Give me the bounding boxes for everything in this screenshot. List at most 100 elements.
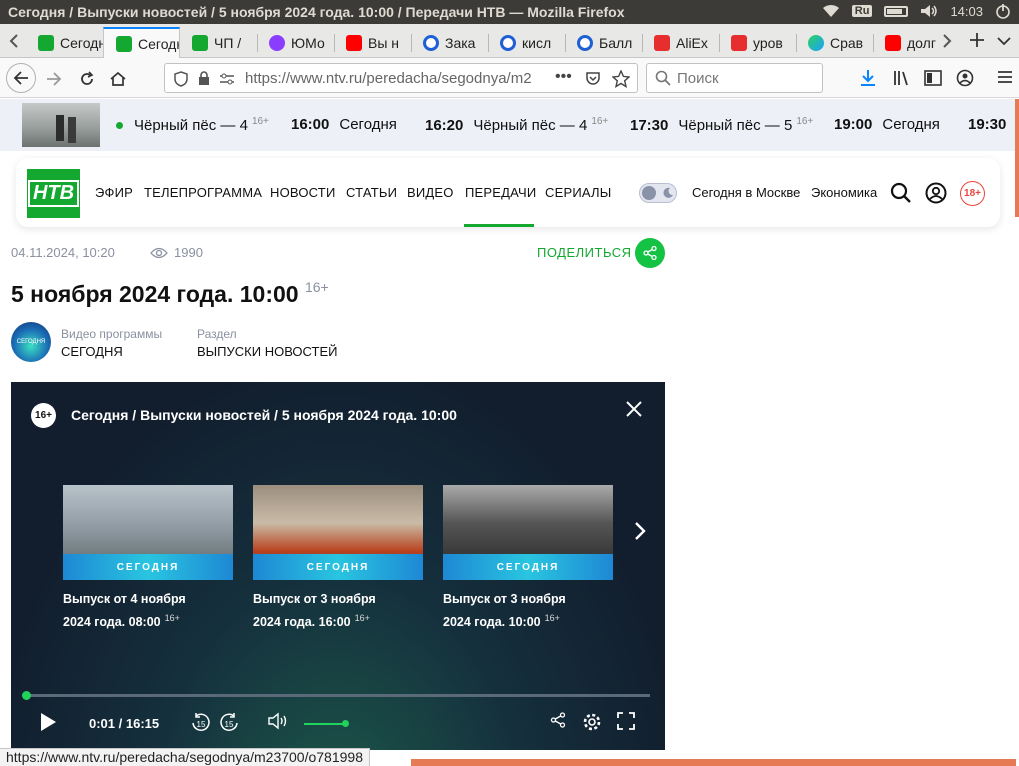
menu-item-7[interactable]: СЕРИАЛЫ [545,185,611,200]
player-settings-button[interactable] [582,712,602,732]
wifi-icon[interactable] [822,4,840,18]
reload-button[interactable] [74,66,100,92]
section-link[interactable]: ВЫПУСКИ НОВОСТЕЙ [197,344,337,359]
compare-favicon-icon [808,34,824,51]
recommended-video-card[interactable]: СЕГОДНЯ Выпуск от 3 ноября 2024 года. 16:0… [253,485,423,632]
menu-item-3[interactable]: НОВОСТИ [270,185,336,200]
ntv-logo[interactable]: НТВ [27,169,80,218]
play-icon [41,713,56,731]
volume-slider[interactable] [304,723,346,725]
title-age-rating: 16+ [304,279,329,295]
schedule-item[interactable]: 19:30 [968,116,1016,133]
share-icon [643,246,657,260]
power-icon[interactable] [995,3,1011,19]
mute-button[interactable] [268,712,290,730]
browser-tab-11[interactable]: Срав [796,27,873,58]
page-actions-icon[interactable]: ••• [555,68,572,86]
share-button[interactable] [635,238,665,268]
tab-list-icon[interactable] [997,36,1011,46]
bookmark-star-icon[interactable] [612,70,630,88]
schedule-item[interactable]: Чёрный пёс — 4 16+ [134,116,269,134]
recommended-video-card[interactable]: СЕГОДНЯ Выпуск от 4 ноября 2024 года. 08:0… [63,485,233,632]
recommended-video-card[interactable]: СЕГОДНЯ Выпуск от 3 ноября 2024 года. 10:0… [443,485,613,632]
site-search-button[interactable] [889,181,913,205]
schedule-item[interactable]: 16:00 Сегодня [291,116,397,133]
video-card-title-line2: 2024 года. 10:00 [443,615,541,630]
schedule-item[interactable]: 16:20 Чёрный пёс — 4 16+ [425,116,608,134]
live-thumbnail[interactable] [22,103,100,147]
url-text[interactable]: https://www.ntv.ru/peredacha/segodnya/m2 [245,70,555,87]
menu-item-5[interactable]: ВИДЕО [407,185,454,200]
menu-item-4[interactable]: СТАТЬИ [346,185,397,200]
seek-bar[interactable] [27,694,650,697]
browser-tab-9[interactable]: AliEx [642,27,719,58]
next-recommendations-button[interactable] [633,518,647,549]
link-segodnya-v-moskve[interactable]: Сегодня в Москве [692,185,800,200]
library-icon[interactable] [893,69,911,87]
account-icon[interactable] [956,69,974,87]
volume-handle[interactable] [342,720,349,727]
pocket-icon[interactable] [585,71,601,87]
play-button[interactable] [39,712,57,732]
forward-15-button[interactable]: 15 [218,712,240,734]
schedule-item[interactable]: 17:30 Чёрный пёс — 5 16+ [630,116,813,134]
program-logo[interactable]: СЕГОДНЯ [11,322,51,362]
keyboard-layout-indicator[interactable]: Ru [851,5,873,17]
url-bar[interactable]: https://www.ntv.ru/peredacha/segodnya/m2… [164,63,638,93]
permissions-icon[interactable] [219,72,235,86]
volume-icon[interactable] [920,4,938,18]
schedule-title: Чёрный пёс — 4 [134,117,248,134]
yum-favicon-icon [269,34,285,51]
browser-tab-10[interactable]: уров [719,27,796,58]
lock-icon[interactable] [198,71,210,86]
home-button[interactable] [105,66,131,92]
forward-button[interactable] [41,66,67,92]
video-player[interactable]: 16+ Сегодня / Выпуски новостей / 5 ноябр… [11,382,665,750]
menu-icon[interactable] [997,70,1013,84]
share-label[interactable]: ПОДЕЛИТЬСЯ [537,245,631,260]
program-link[interactable]: СЕГОДНЯ [61,344,123,359]
back-arrow-icon [13,71,28,85]
menu-item-2[interactable]: ТЕЛЕПРОГРАММА [144,185,262,200]
search-bar[interactable]: Поиск [646,63,823,93]
fullscreen-button[interactable] [617,712,635,730]
publish-date: 04.11.2024, 10:20 [11,245,115,260]
tracking-shield-icon[interactable] [174,71,188,87]
video-thumbnail[interactable]: СЕГОДНЯ [443,485,613,580]
menu-item-1[interactable]: ЭФИР [95,185,133,200]
close-recommendations-button[interactable] [623,400,645,422]
time-total: 16:15 [125,716,160,731]
search-placeholder: Поиск [677,69,719,87]
moon-icon [663,187,673,198]
link-economy[interactable]: Экономика [811,185,877,200]
browser-tab-2[interactable]: Сегодня [103,27,180,58]
browser-tab-1[interactable]: Сегодня [26,27,103,58]
menu-item-6[interactable]: ПЕРЕДАЧИ [465,185,536,200]
player-share-button[interactable] [550,712,566,728]
schedule-time: 19:00 [834,116,873,133]
back-button[interactable] [6,63,36,93]
tab-scroll-right-icon[interactable] [941,33,953,49]
video-thumbnail[interactable]: СЕГОДНЯ [253,485,423,580]
seek-handle[interactable] [22,691,31,700]
sidebar-icon[interactable] [924,70,942,86]
rewind-15-button[interactable]: 15 [190,712,212,734]
browser-tab-3[interactable]: ЧП / [180,27,257,58]
browser-tab-5[interactable]: Вы н [334,27,411,58]
profile-button[interactable] [924,181,948,205]
new-tab-icon[interactable] [969,32,985,48]
browser-tab-12[interactable]: долг [873,27,950,58]
video-card-title[interactable]: Выпуск от 4 ноября 2024 года. 08:00 16+ [63,590,233,632]
video-thumbnail[interactable]: СЕГОДНЯ [63,485,233,580]
schedule-item[interactable]: 19:00 Сегодня [834,116,940,133]
browser-tab-7[interactable]: кисл [488,27,565,58]
clock[interactable]: 14:03 [950,4,983,19]
tab-scroll-left-icon[interactable] [8,33,20,49]
video-card-title[interactable]: Выпуск от 3 ноября 2024 года. 16:00 16+ [253,590,423,632]
browser-tab-8[interactable]: Балл [565,27,642,58]
browser-tab-6[interactable]: Зака [411,27,488,58]
video-card-title[interactable]: Выпуск от 3 ноября 2024 года. 10:00 16+ [443,590,613,632]
browser-tab-4[interactable]: ЮМо [257,27,334,58]
battery-icon[interactable] [884,5,909,17]
downloads-icon[interactable] [860,69,876,87]
